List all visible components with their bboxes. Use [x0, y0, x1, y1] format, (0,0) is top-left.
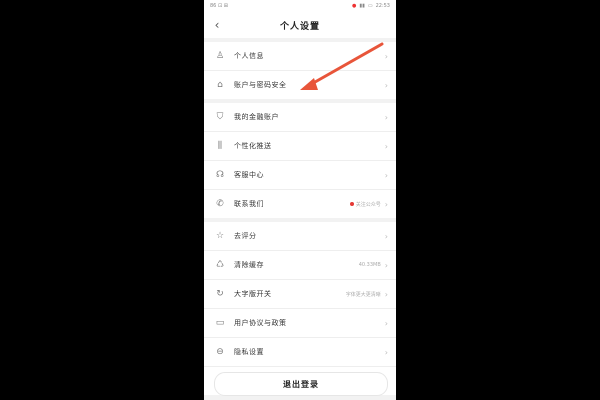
settings-item[interactable]: ♙ 个人信息 › [204, 42, 396, 71]
settings-item[interactable]: ♺ 清除缓存 40.33MB › [204, 251, 396, 280]
settings-group: ⛉ 我的金融账户 › ⫼ 个性化推送 › ☊ 客服中心 › ✆ 联系我们 关注公众号 › [204, 103, 396, 218]
settings-item[interactable]: ⫼ 个性化推送 › [204, 132, 396, 161]
chevron-right-icon: › [384, 51, 388, 61]
settings-item-value-text: 关注公众号 [355, 201, 381, 208]
settings-item[interactable]: ☊ 客服中心 › [204, 161, 396, 190]
red-dot-icon [349, 202, 354, 206]
settings-item[interactable]: ▭ 用户协议与政策 › [204, 309, 396, 338]
trash-icon: ♺ [215, 260, 225, 270]
settings-group: ☆ 去评分 › ♺ 清除缓存 40.33MB › ↻ 大字版开关 字体更大更清晰 › ▭ 用户协议与政策… [204, 222, 396, 395]
settings-item-label: 联系我们 [234, 200, 264, 208]
shield-icon: ⛉ [216, 112, 224, 122]
logout-button[interactable]: 退出登录 [214, 372, 388, 396]
settings-item-label: 去评分 [234, 232, 257, 240]
settings-item[interactable]: ⛉ 我的金融账户 › [204, 103, 396, 132]
chevron-right-icon: › [384, 112, 388, 122]
chevron-right-icon: › [384, 260, 388, 270]
phone-screen: 86 ⊡ ⊞ ● ▮▮ ▭ 22:53 ‹ 个人设置 ♙ 个人信息 › ⌂ 账户与密码安… [204, 0, 396, 400]
settings-item[interactable]: ⌂ 账户与密码安全 › [204, 71, 396, 99]
headset-icon: ☊ [216, 170, 224, 180]
settings-item-label: 清除缓存 [234, 261, 264, 269]
document-icon: ▭ [215, 318, 225, 328]
chevron-right-icon: › [384, 141, 388, 151]
nav-bar: ‹ 个人设置 [204, 12, 396, 38]
refresh-icon: ↻ [216, 289, 224, 299]
status-left-text: 86 ⊡ ⊞ [210, 3, 228, 9]
privacy-icon: ⊖ [216, 347, 224, 357]
settings-item-label: 大字版开关 [234, 290, 272, 298]
settings-group: ♙ 个人信息 › ⌂ 账户与密码安全 › [204, 42, 396, 99]
settings-item-value-text: 字体更大更清晰 [345, 291, 381, 298]
chevron-right-icon: › [384, 231, 388, 241]
settings-item[interactable]: ✆ 联系我们 关注公众号 › [204, 190, 396, 218]
chevron-right-icon: › [384, 80, 388, 90]
settings-item-label: 隐私设置 [234, 348, 264, 356]
settings-item[interactable]: ↻ 大字版开关 字体更大更清晰 › [204, 280, 396, 309]
signal-icon: ▮▮ [359, 3, 365, 9]
bars-icon: ⫼ [217, 141, 223, 151]
settings-item-label: 个人信息 [234, 52, 264, 60]
page-title: 个人设置 [279, 21, 320, 32]
settings-item-label: 用户协议与政策 [234, 319, 287, 327]
settings-item-value: 40.33MB [359, 262, 381, 268]
settings-item-label: 客服中心 [234, 171, 264, 179]
lock-icon: ⌂ [217, 80, 223, 90]
settings-item-value-text: 40.33MB [358, 262, 381, 268]
chevron-right-icon: › [384, 289, 388, 299]
settings-item-label: 个性化推送 [234, 142, 272, 150]
chevron-right-icon: › [384, 199, 388, 209]
settings-item-value: 字体更大更清晰 [346, 291, 381, 298]
notification-icon: ● [351, 3, 357, 9]
status-time: 22:53 [375, 3, 390, 9]
battery-icon: ▭ [367, 3, 373, 9]
phone-icon: ✆ [216, 199, 224, 209]
back-icon: ‹ [214, 18, 220, 32]
settings-item-value: 关注公众号 [349, 201, 381, 208]
status-bar: 86 ⊡ ⊞ ● ▮▮ ▭ 22:53 [204, 0, 396, 12]
user-icon: ♙ [215, 51, 225, 61]
chevron-right-icon: › [384, 318, 388, 328]
star-icon: ☆ [215, 231, 225, 241]
settings-list: ♙ 个人信息 › ⌂ 账户与密码安全 › ⛉ 我的金融账户 › ⫼ 个性化推送 › ☊ 客服中心 › ✆ 联系我… [204, 42, 396, 395]
settings-item[interactable]: ⊖ 隐私设置 › [204, 338, 396, 367]
settings-item-label: 账户与密码安全 [234, 81, 287, 89]
back-button[interactable]: ‹ [210, 17, 224, 33]
chevron-right-icon: › [384, 170, 388, 180]
settings-item[interactable]: ☆ 去评分 › [204, 222, 396, 251]
settings-item-label: 我的金融账户 [234, 113, 279, 121]
chevron-right-icon: › [384, 347, 388, 357]
